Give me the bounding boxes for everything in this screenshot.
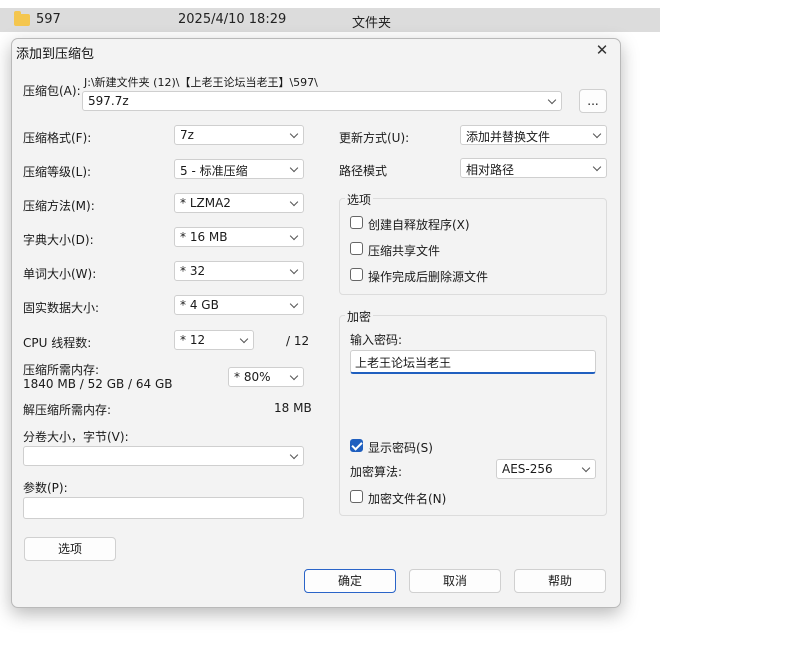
enc-method-label: 加密算法:	[350, 465, 403, 479]
chevron-down-icon	[289, 371, 299, 381]
threads-select[interactable]: * 12	[174, 330, 254, 350]
update-label: 更新方式(U):	[339, 131, 410, 145]
memory-detail: 1840 MB / 52 GB / 64 GB	[23, 377, 173, 391]
archive-path: J:\新建文件夹 (12)\【上老王论坛当老王】\597\	[84, 76, 318, 89]
memory-label: 压缩所需内存:	[23, 363, 100, 377]
method-label: 压缩方法(M):	[23, 199, 95, 213]
split-label: 分卷大小，字节(V):	[23, 430, 129, 444]
password-value: 上老王论坛当老王	[355, 356, 452, 370]
add-to-archive-dialog: 添加到压缩包 ✕ 压缩包(A): J:\新建文件夹 (12)\【上老王论坛当老王…	[11, 38, 621, 608]
file-type: 文件夹	[352, 16, 392, 31]
sfx-label: 创建自释放程序(X)	[368, 218, 470, 232]
sfx-checkbox[interactable]	[350, 216, 363, 229]
ok-button[interactable]: 确定	[304, 569, 396, 593]
chevron-down-icon	[581, 463, 591, 473]
update-select[interactable]: 添加并替换文件	[460, 125, 607, 145]
enc-method-value: AES-256	[502, 462, 553, 476]
chevron-down-icon	[289, 299, 299, 309]
level-label: 压缩等级(L):	[23, 165, 92, 179]
chevron-down-icon	[289, 129, 299, 139]
dict-label: 字典大小(D):	[23, 233, 94, 247]
encryption-legend: 加密	[345, 308, 374, 325]
solid-label: 固实数据大小:	[23, 301, 100, 315]
enc-method-select[interactable]: AES-256	[496, 459, 596, 479]
format-select[interactable]: 7z	[174, 125, 304, 145]
split-select[interactable]	[23, 446, 304, 466]
options-button[interactable]: 选项	[24, 537, 116, 561]
memory-value: * 80%	[234, 370, 271, 384]
close-icon[interactable]: ✕	[592, 40, 612, 60]
method-select[interactable]: * LZMA2	[174, 193, 304, 213]
chevron-down-icon	[592, 162, 602, 172]
chevron-down-icon	[239, 334, 249, 344]
format-label: 压缩格式(F):	[23, 131, 92, 145]
browse-button[interactable]: ...	[579, 89, 607, 113]
archive-name-value: 597.7z	[88, 94, 129, 108]
dict-select[interactable]: * 16 MB	[174, 227, 304, 247]
pathmode-label: 路径模式	[339, 164, 388, 178]
chevron-down-icon	[289, 163, 299, 173]
dialog-titlebar: 添加到压缩包 ✕	[12, 39, 620, 63]
password-label: 输入密码:	[350, 333, 403, 347]
options-legend: 选项	[345, 191, 374, 208]
archive-label: 压缩包(A):	[23, 84, 81, 98]
encrypt-names-label: 加密文件名(N)	[368, 492, 447, 506]
word-label: 单词大小(W):	[23, 267, 97, 281]
help-button[interactable]: 帮助	[514, 569, 606, 593]
solid-select[interactable]: * 4 GB	[174, 295, 304, 315]
shared-checkbox[interactable]	[350, 242, 363, 255]
dialog-title: 添加到压缩包	[16, 47, 95, 62]
show-password-checkbox[interactable]	[350, 439, 363, 452]
chevron-down-icon	[289, 450, 299, 460]
word-select[interactable]: * 32	[174, 261, 304, 281]
dict-value: * 16 MB	[180, 230, 228, 244]
delete-source-label: 操作完成后删除源文件	[368, 270, 489, 284]
show-password-label: 显示密码(S)	[368, 441, 433, 455]
delete-source-checkbox[interactable]	[350, 268, 363, 281]
word-value: * 32	[180, 264, 206, 278]
cancel-button[interactable]: 取消	[409, 569, 501, 593]
decomp-value: 18 MB	[274, 401, 312, 415]
level-value: 5 - 标准压缩	[180, 164, 248, 178]
encrypt-names-checkbox[interactable]	[350, 490, 363, 503]
folder-icon	[14, 11, 30, 26]
chevron-down-icon	[289, 231, 299, 241]
memory-select[interactable]: * 80%	[228, 367, 304, 387]
format-value: 7z	[180, 128, 194, 142]
threads-value: * 12	[180, 333, 206, 347]
chevron-down-icon	[592, 129, 602, 139]
level-select[interactable]: 5 - 标准压缩	[174, 159, 304, 179]
archive-name-combo[interactable]: 597.7z	[82, 91, 562, 111]
params-input[interactable]	[23, 497, 304, 519]
explorer-file-row[interactable]: 597 2025/4/10 18:29 文件夹	[0, 8, 660, 32]
chevron-down-icon	[289, 265, 299, 275]
threads-max: / 12	[286, 334, 310, 348]
chevron-down-icon	[289, 197, 299, 207]
update-value: 添加并替换文件	[466, 130, 551, 144]
pathmode-value: 相对路径	[466, 163, 515, 177]
chevron-down-icon	[547, 95, 557, 105]
params-label: 参数(P):	[23, 481, 68, 495]
file-name: 597	[36, 12, 61, 27]
solid-value: * 4 GB	[180, 298, 219, 312]
pathmode-select[interactable]: 相对路径	[460, 158, 607, 178]
threads-label: CPU 线程数:	[23, 336, 92, 350]
method-value: * LZMA2	[180, 196, 231, 210]
shared-label: 压缩共享文件	[368, 244, 441, 258]
file-date: 2025/4/10 18:29	[178, 12, 287, 27]
password-input[interactable]: 上老王论坛当老王	[350, 350, 596, 374]
decomp-label: 解压缩所需内存:	[23, 403, 112, 417]
